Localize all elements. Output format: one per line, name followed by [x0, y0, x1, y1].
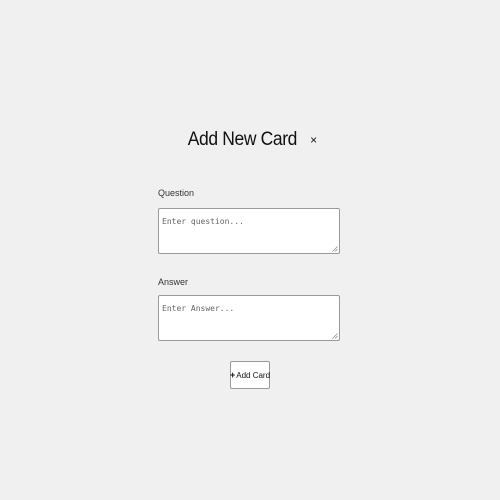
close-icon[interactable]: × [310, 134, 317, 146]
add-card-page: Add New Card × Question Enter question..… [0, 0, 500, 500]
answer-placeholder: Enter Answer... [162, 304, 235, 313]
add-card-button-label: Add Card [236, 370, 271, 380]
modal-header: Add New Card × [0, 129, 500, 151]
question-input[interactable]: Enter question... [158, 208, 340, 254]
question-placeholder: Enter question... [162, 217, 244, 226]
answer-label: Answer [158, 277, 189, 287]
plus-icon: + [229, 369, 236, 380]
resize-grip-icon[interactable] [332, 333, 338, 339]
page-title: Add New Card [187, 129, 298, 150]
question-label: Question [158, 188, 195, 198]
add-card-button[interactable]: + Add Card [230, 361, 270, 389]
resize-grip-icon[interactable] [332, 246, 338, 252]
answer-input[interactable]: Enter Answer... [158, 295, 340, 341]
